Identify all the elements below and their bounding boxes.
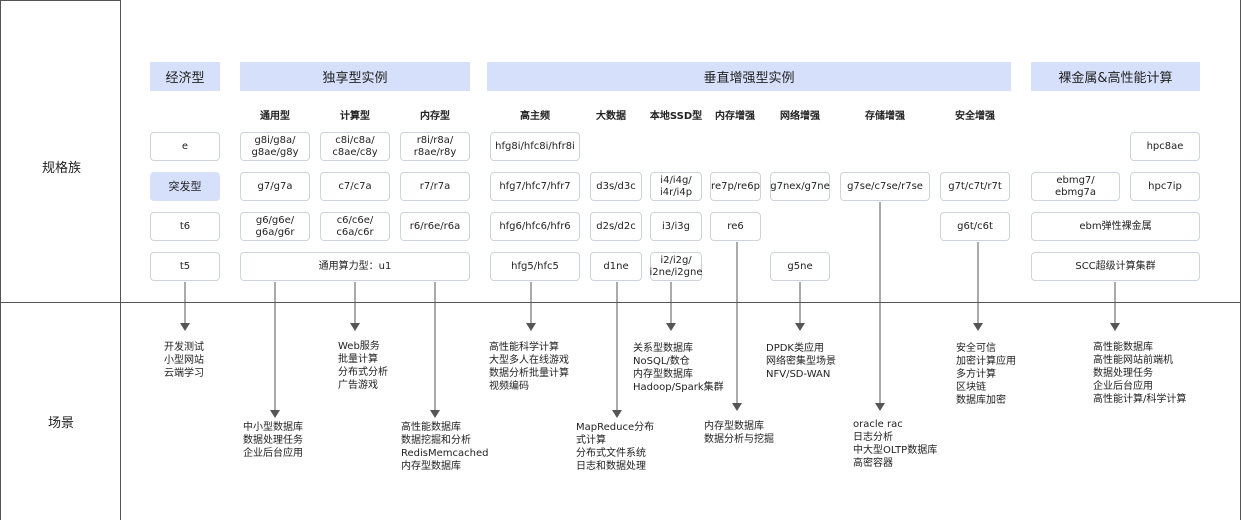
scenario-compute: Web服务 批量计算 分布式分析 广告游戏 bbox=[338, 341, 388, 391]
scenario-high-freq: 高性能科学计算 大型多人在线游戏 数据分析批量计算 视频编码 bbox=[489, 342, 569, 392]
scenario-local-ssd: 关系型数据库 NoSQL/数仓 内存型数据库 Hadoop/Spark集群 bbox=[633, 343, 724, 393]
scenario-economy: 开发测试 小型网站 云端学习 bbox=[164, 342, 204, 379]
scenario-baremetal: 高性能数据库 高性能网站前端机 数据处理任务 企业后台应用 高性能计算/科学计算 bbox=[1093, 342, 1187, 405]
scenario-general: 中小型数据库 数据处理任务 企业后台应用 bbox=[243, 422, 303, 459]
scenario-big-data: MapReduce分布 式计算 分布式文件系统 日志和数据处理 bbox=[576, 422, 655, 472]
scenario-memory-enhanced: 内存型数据库 数据分析与挖掘 bbox=[704, 421, 774, 445]
scenario-memory: 高性能数据库 数据挖掘和分析 RedisMemcached 内存型数据库 bbox=[401, 422, 489, 472]
instance-family-diagram: 规格族 场景 经济型 独享型实例 垂直增强型实例 裸金属&高性能计算 通用型 计… bbox=[0, 0, 1241, 520]
scenario-network-enhanced: DPDK类应用 网络密集型场景 NFV/SD-WAN bbox=[766, 343, 836, 380]
scenario-security-enhanced: 安全可信 加密计算应用 多方计算 区块链 数据库加密 bbox=[956, 343, 1016, 406]
scenario-storage-enhanced: oracle rac 日志分析 中大型OLTP数据库 高密容器 bbox=[853, 419, 938, 469]
